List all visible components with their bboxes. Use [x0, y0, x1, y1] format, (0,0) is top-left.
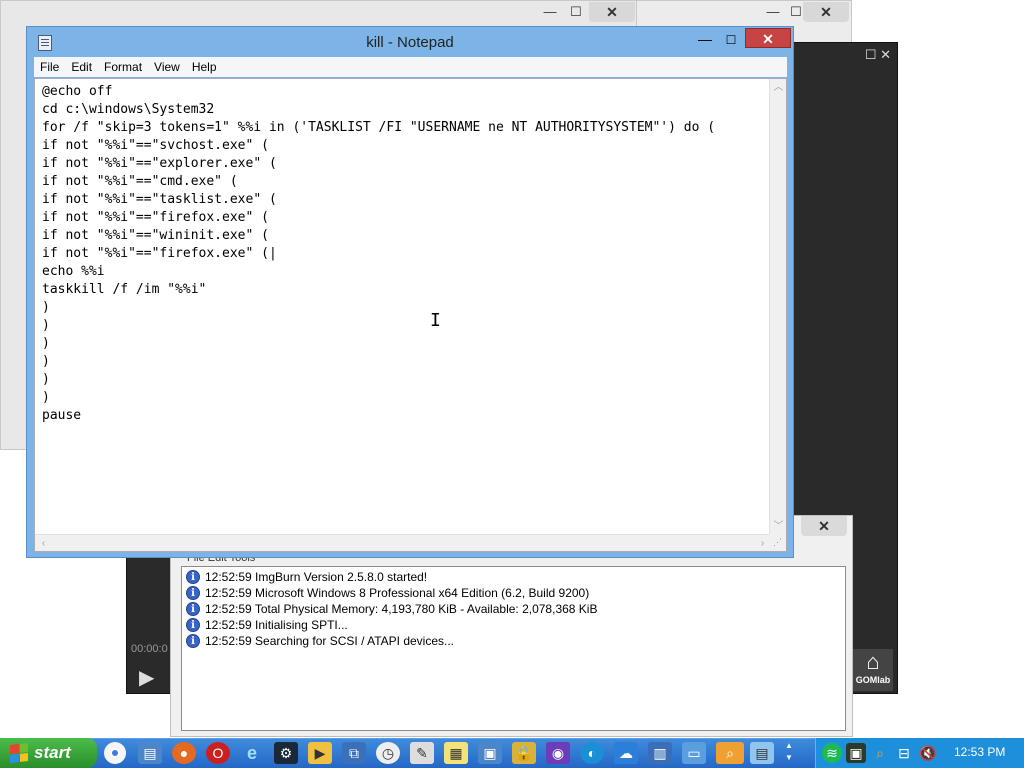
- code-line: if not "%%i"=="svchost.exe" (: [42, 138, 269, 153]
- notepad-taskbar-icon[interactable]: ▤: [750, 742, 774, 764]
- code-line: if not "%%i"=="explorer.exe" (: [42, 156, 277, 171]
- code-line: ): [42, 300, 50, 315]
- menu-edit[interactable]: Edit: [65, 57, 98, 77]
- code-line: ): [42, 336, 50, 351]
- clock[interactable]: 12:53 PM: [954, 745, 1005, 759]
- code-line: if not "%%i"=="tasklist.exe" (: [42, 192, 277, 207]
- menu-file[interactable]: File: [34, 57, 65, 77]
- explorer-icon[interactable]: ▣: [478, 742, 502, 764]
- log-row: i 12:52:59 Searching for SCSI / ATAPI dev…: [186, 633, 841, 649]
- search-icon[interactable]: ⌕: [870, 743, 890, 763]
- gom-window-controls[interactable]: ☐ ✕: [865, 47, 891, 63]
- log-row: i 12:52:59 Initialising SPTI...: [186, 617, 841, 633]
- bg-close-button[interactable]: ✕: [589, 2, 635, 22]
- cloud-icon[interactable]: ☁: [614, 742, 638, 764]
- imgburn-log: i 12:52:59 ImgBurn Version 2.5.8.0 starte…: [181, 566, 846, 731]
- code-line: taskkill /f /im "%%i": [42, 282, 207, 297]
- clock-icon[interactable]: ◷: [376, 742, 400, 764]
- steam-icon[interactable]: ⚙: [274, 742, 298, 764]
- ibeam-cursor-icon: I: [430, 310, 441, 331]
- code-line: ): [42, 318, 50, 333]
- info-icon: i: [186, 634, 200, 648]
- code-line: if not "%%i"=="firefox.exe" (|: [42, 246, 277, 261]
- info-icon: i: [186, 602, 200, 616]
- network-icon[interactable]: ⊟: [894, 743, 914, 763]
- close-button[interactable]: ✕: [745, 28, 791, 48]
- menu-view[interactable]: View: [148, 57, 186, 77]
- search-magnifier-icon[interactable]: ⌕: [716, 742, 744, 764]
- editor-content[interactable]: @echo off cd c:\windows\System32 for /f "s…: [42, 83, 715, 425]
- horizontal-scrollbar[interactable]: ‹ ›: [35, 534, 771, 551]
- gomlab-home-button[interactable]: ⌂ GOMlab: [853, 649, 893, 691]
- log-text: 12:52:59 ImgBurn Version 2.5.8.0 started…: [205, 570, 428, 584]
- maximize-button[interactable]: ☐: [718, 30, 744, 50]
- minimize-button[interactable]: —: [692, 30, 718, 50]
- log-row: i 12:52:59 ImgBurn Version 2.5.8.0 starte…: [186, 569, 841, 585]
- scroll-up-icon[interactable]: ︿: [770, 79, 786, 96]
- scroll-down-icon[interactable]: ﹀: [770, 518, 786, 535]
- play-icon[interactable]: ▶: [139, 667, 161, 689]
- code-line: if not "%%i"=="cmd.exe" (: [42, 174, 238, 189]
- menu-format[interactable]: Format: [98, 57, 148, 77]
- padlock-icon[interactable]: 🔒: [512, 742, 536, 764]
- code-line: ): [42, 390, 50, 405]
- internet-explorer-icon[interactable]: e: [240, 742, 264, 764]
- code-line: ): [42, 354, 50, 369]
- bg2-close-button[interactable]: ✕: [803, 2, 849, 22]
- log-row: i 12:52:59 Microsoft Windows 8 Profession…: [186, 585, 841, 601]
- notepad-titlebar[interactable]: kill - Notepad — ☐ ✕: [27, 27, 793, 57]
- code-line: if not "%%i"=="wininit.exe" (: [42, 228, 269, 243]
- menu-help[interactable]: Help: [186, 57, 223, 77]
- edge-icon[interactable]: ◐: [580, 742, 604, 764]
- window-switcher-icon[interactable]: ⧉: [342, 742, 366, 764]
- log-text: 12:52:59 Microsoft Windows 8 Professiona…: [205, 586, 590, 600]
- sticky-notes-icon[interactable]: ▦: [444, 742, 468, 764]
- opera-icon[interactable]: O: [206, 742, 230, 764]
- video-editor-icon[interactable]: ◉: [546, 742, 570, 764]
- home-icon: ⌂: [866, 649, 880, 674]
- start-button[interactable]: start: [0, 738, 97, 768]
- start-label: start: [34, 743, 71, 762]
- spotify-icon[interactable]: ≋: [822, 743, 842, 763]
- code-line: echo %%i: [42, 264, 105, 279]
- gom-time-readout: 00:00:0: [131, 643, 168, 655]
- paint-icon[interactable]: ✎: [410, 742, 434, 764]
- scroll-left-icon[interactable]: ‹: [35, 535, 52, 551]
- calculator-icon[interactable]: ▥: [648, 742, 672, 764]
- volume-mute-icon[interactable]: 🔇: [918, 743, 938, 763]
- chrome-icon[interactable]: [104, 742, 126, 764]
- tray-app-icon[interactable]: ▣: [846, 743, 866, 763]
- code-line: pause: [42, 408, 82, 423]
- taskbar-scroll-icon[interactable]: ▲ ▼: [780, 740, 798, 766]
- log-text: 12:52:59 Initialising SPTI...: [205, 618, 348, 632]
- log-row: i 12:52:59 Total Physical Memory: 4,193,7…: [186, 601, 841, 617]
- card-icon[interactable]: ▭: [682, 742, 706, 764]
- imgburn-close-button[interactable]: ✕: [801, 516, 847, 536]
- text-editor[interactable]: @echo off cd c:\windows\System32 for /f "s…: [34, 78, 787, 552]
- bg-minimize-button[interactable]: —: [536, 3, 564, 21]
- code-line: if not "%%i"=="firefox.exe" (: [42, 210, 269, 225]
- code-line: @echo off: [42, 84, 113, 99]
- info-icon: i: [186, 618, 200, 632]
- vertical-scrollbar[interactable]: ︿ ﹀: [769, 79, 786, 535]
- log-text: 12:52:59 Searching for SCSI / ATAPI devi…: [205, 634, 455, 648]
- windows-flag-icon: [10, 743, 28, 763]
- window-title: kill - Notepad: [366, 34, 454, 51]
- notepad-window: kill - Notepad — ☐ ✕ File Edit Format Vi…: [26, 26, 794, 558]
- info-icon: i: [186, 570, 200, 584]
- firefox-icon[interactable]: ●: [172, 742, 196, 764]
- gomlab-label: GOMlab: [855, 675, 891, 685]
- resize-grip-icon[interactable]: ⋰: [769, 534, 786, 551]
- bg-maximize-button[interactable]: ☐: [562, 3, 590, 21]
- file-explorer-icon[interactable]: ▤: [138, 742, 162, 764]
- code-line: ): [42, 372, 50, 387]
- media-player-icon[interactable]: ▶: [308, 742, 332, 764]
- info-icon: i: [186, 586, 200, 600]
- log-text: 12:52:59 Total Physical Memory: 4,193,78…: [205, 602, 598, 616]
- code-line: cd c:\windows\System32: [42, 102, 215, 117]
- code-line: for /f "skip=3 tokens=1" %%i in ('TASKLI…: [42, 120, 716, 135]
- menubar: File Edit Format View Help: [34, 57, 787, 77]
